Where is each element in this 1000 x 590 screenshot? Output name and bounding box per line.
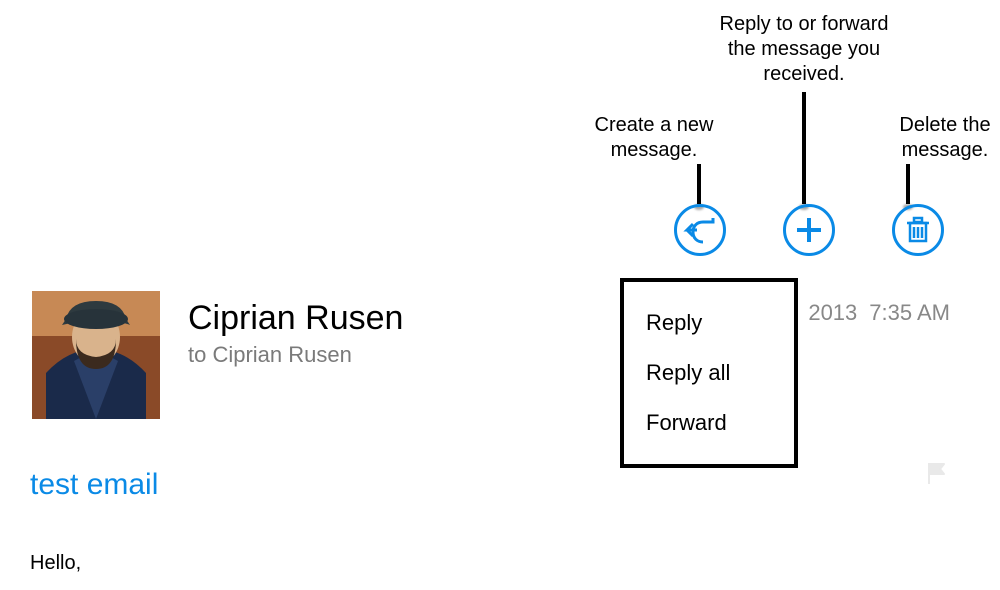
sender-avatar [32,291,160,419]
reply-dropdown-menu: Reply Reply all Forward [620,278,798,468]
plus-icon [794,215,824,245]
reply-arrow-icon [683,216,717,244]
annotation-pointer [906,164,910,204]
sender-name: Ciprian Rusen [188,299,403,338]
reply-forward-button[interactable] [674,204,726,256]
delete-button[interactable] [892,204,944,256]
annotation-reply-forward: Reply to or forwardthe message youreceiv… [704,12,904,87]
email-timestamp: 2013 7:35 AM [808,300,950,326]
menu-item-reply[interactable]: Reply [624,298,794,348]
annotation-delete: Delete themessage. [885,113,1000,163]
email-header: Ciprian Rusen to Ciprian Rusen [32,291,403,419]
date-fragment: 2013 [808,300,857,326]
email-body: Hello, [30,552,81,575]
time-value: 7:35 AM [869,300,950,326]
new-message-button[interactable] [783,204,835,256]
action-bar [674,204,944,256]
annotation-pointer [697,164,701,204]
menu-item-reply-all[interactable]: Reply all [624,348,794,398]
annotation-pointer [802,92,806,204]
annotation-create-new: Create a newmessage. [579,113,729,163]
trash-icon [905,215,931,245]
menu-item-forward[interactable]: Forward [624,398,794,448]
email-subject: test email [30,468,158,502]
flag-icon[interactable] [924,460,950,491]
recipient-line: to Ciprian Rusen [188,342,403,368]
